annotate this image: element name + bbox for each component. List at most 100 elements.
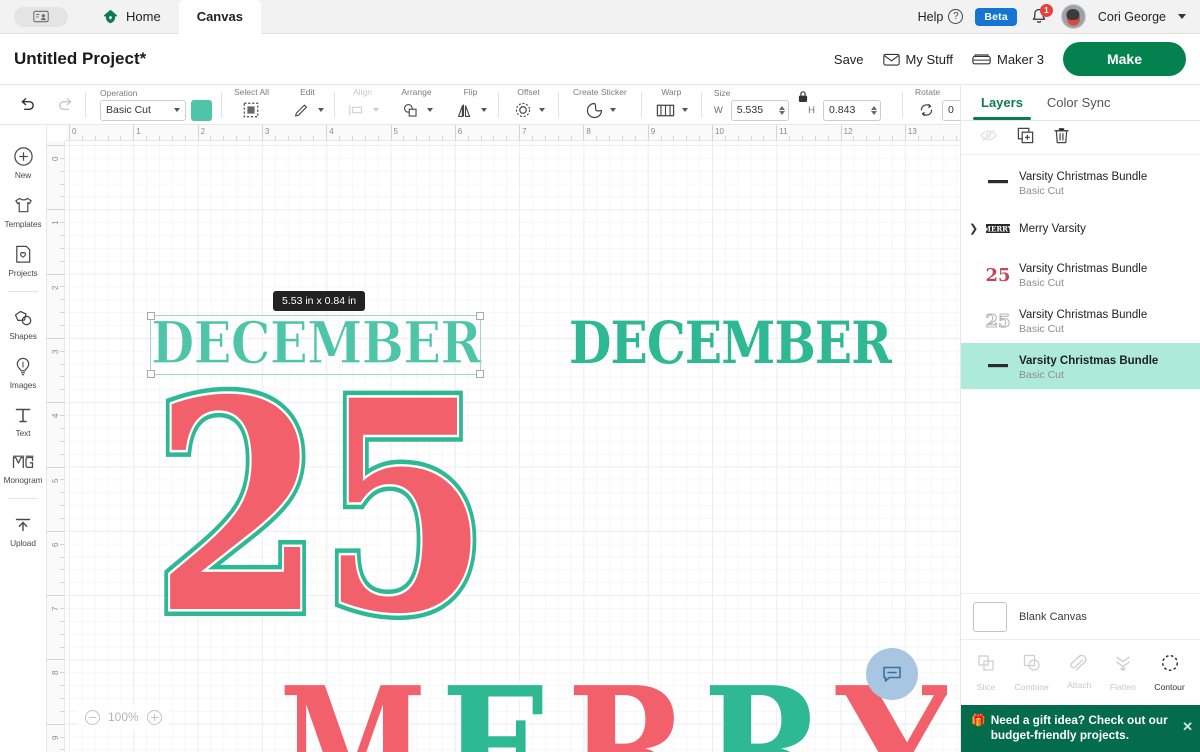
ruler-tick bbox=[917, 136, 919, 140]
svg-text:MERRY: MERRY bbox=[986, 224, 1010, 233]
ruler-tick bbox=[94, 136, 96, 140]
tab-layers[interactable]: Layers bbox=[969, 85, 1035, 120]
layer-row[interactable]: Varsity Christmas Bundle Basic Cut bbox=[961, 159, 1200, 205]
chevron-right-icon[interactable]: ❯ bbox=[969, 222, 983, 235]
ruler-tick bbox=[47, 723, 64, 725]
design-canvas[interactable]: DECEMBER DECEMBER 25 25 M E R R Y 5.53 i… bbox=[47, 125, 960, 752]
zoom-in-icon[interactable] bbox=[146, 709, 162, 725]
visibility-off-icon[interactable] bbox=[979, 127, 998, 149]
chevron-down-icon[interactable] bbox=[480, 108, 487, 112]
ruler-tick-label: 7 bbox=[51, 606, 60, 612]
selection-bounding-box[interactable] bbox=[147, 312, 484, 378]
operation-label: Operation bbox=[100, 87, 138, 98]
flip-icon[interactable] bbox=[454, 99, 476, 121]
layer-row[interactable]: 25 Varsity Christmas Bundle Basic Cut bbox=[961, 251, 1200, 297]
width-stepper[interactable] bbox=[778, 105, 785, 115]
ruler-tick bbox=[814, 136, 816, 140]
attach-button[interactable]: Attach bbox=[1067, 654, 1091, 690]
combine-icon bbox=[1022, 653, 1042, 678]
page-title[interactable]: Untitled Project* bbox=[14, 49, 146, 69]
chevron-down-icon[interactable] bbox=[426, 108, 433, 112]
ruler-tick bbox=[750, 136, 752, 140]
trash-icon[interactable] bbox=[1053, 126, 1070, 150]
chevron-down-icon[interactable] bbox=[538, 108, 545, 112]
machine-selector[interactable]: Maker 3 bbox=[972, 52, 1044, 67]
layer-row[interactable]: Varsity Christmas Bundle Basic Cut bbox=[961, 343, 1200, 389]
tab-canvas[interactable]: Canvas bbox=[178, 0, 261, 34]
beta-badge[interactable]: Beta bbox=[975, 7, 1017, 26]
layer-actions bbox=[961, 121, 1200, 155]
zoom-out-icon[interactable] bbox=[85, 709, 100, 725]
pencil-icon[interactable] bbox=[291, 99, 313, 121]
layers-list[interactable]: Varsity Christmas BundleBasic Cut❯MERRYM… bbox=[961, 155, 1200, 622]
sidebar-item-upload[interactable]: Upload bbox=[0, 506, 47, 554]
canvas-color-swatch[interactable] bbox=[973, 601, 1007, 632]
promo-text: Need a gift idea? Check out our budget-f… bbox=[990, 713, 1168, 742]
resize-handle-tl[interactable] bbox=[147, 312, 155, 320]
combine-button[interactable]: Combine bbox=[1014, 653, 1049, 692]
account-card-icon[interactable] bbox=[14, 6, 68, 27]
ruler-tick bbox=[274, 136, 276, 140]
my-stuff-button[interactable]: My Stuff bbox=[882, 52, 953, 67]
sidebar-item-projects[interactable]: Projects bbox=[0, 235, 47, 284]
slice-button[interactable]: Slice bbox=[976, 653, 996, 692]
make-button[interactable]: Make bbox=[1062, 42, 1186, 76]
sidebar-item-text[interactable]: Text bbox=[0, 396, 47, 444]
height-stepper[interactable] bbox=[871, 105, 878, 115]
select-all-icon[interactable] bbox=[240, 99, 262, 121]
close-icon[interactable]: ✕ bbox=[1182, 719, 1193, 734]
contour-button[interactable]: Contour bbox=[1154, 653, 1185, 692]
layer-row[interactable]: 25 Varsity Christmas Bundle Basic Cut bbox=[961, 297, 1200, 343]
ruler-tick bbox=[81, 136, 83, 140]
save-button[interactable]: Save bbox=[834, 52, 864, 67]
avatar[interactable] bbox=[1060, 4, 1086, 29]
chevron-down-icon[interactable] bbox=[681, 108, 688, 112]
offset-icon[interactable] bbox=[512, 99, 534, 121]
ruler-tick bbox=[60, 492, 64, 494]
undo-arrow-icon[interactable] bbox=[16, 94, 38, 116]
lock-icon[interactable] bbox=[797, 90, 808, 108]
chevron-down-icon[interactable] bbox=[1178, 14, 1186, 19]
ruler-tick bbox=[712, 125, 713, 140]
resize-handle-bl[interactable] bbox=[147, 370, 155, 378]
upload-icon bbox=[15, 518, 31, 532]
tab-home[interactable]: Home bbox=[84, 0, 179, 34]
tab-color-sync[interactable]: Color Sync bbox=[1035, 85, 1123, 120]
chevron-down-icon[interactable] bbox=[610, 108, 617, 112]
user-name-label[interactable]: Cori George bbox=[1098, 10, 1166, 24]
promo-banner[interactable]: 🎁 Need a gift idea? Check out our budget… bbox=[961, 705, 1200, 752]
arrange-icon[interactable] bbox=[400, 99, 422, 121]
notifications-button[interactable]: 1 bbox=[1029, 3, 1053, 27]
ruler-tick bbox=[47, 595, 64, 597]
ruler-tick bbox=[60, 235, 64, 237]
layer-row[interactable]: ❯MERRY Merry Varsity bbox=[961, 205, 1200, 251]
ruler-tick-label: 3 bbox=[51, 349, 60, 354]
sticker-icon[interactable] bbox=[583, 99, 605, 121]
ruler-tick bbox=[892, 136, 894, 140]
sidebar-item-monogram[interactable]: Monogram bbox=[0, 444, 47, 491]
operation-select[interactable]: Basic Cut bbox=[100, 99, 186, 121]
chat-support-button[interactable] bbox=[866, 648, 918, 700]
duplicate-icon[interactable] bbox=[1016, 126, 1035, 150]
rotate-value: 0 bbox=[948, 104, 954, 116]
ruler-tick bbox=[47, 337, 64, 339]
chevron-down-icon[interactable] bbox=[317, 108, 324, 112]
height-input[interactable]: 0.843 bbox=[823, 99, 882, 121]
warp-icon[interactable] bbox=[655, 99, 677, 121]
rotate-icon[interactable] bbox=[915, 99, 937, 121]
flatten-button[interactable]: Flatten bbox=[1110, 653, 1136, 692]
layer-operation: Basic Cut bbox=[1019, 322, 1064, 335]
ruler-tick bbox=[840, 125, 842, 140]
sidebar-item-shapes[interactable]: Shapes bbox=[0, 299, 47, 347]
canvas-background-row[interactable]: Blank Canvas bbox=[961, 593, 1200, 639]
sidebar-item-images[interactable]: Images bbox=[0, 347, 47, 396]
ruler-tick bbox=[60, 505, 64, 507]
width-input[interactable]: 5.535 bbox=[730, 99, 789, 121]
resize-handle-br[interactable] bbox=[476, 370, 484, 378]
help-button[interactable]: Help ? bbox=[918, 9, 964, 24]
resize-handle-tr[interactable] bbox=[476, 312, 484, 320]
sidebar-item-new[interactable]: New bbox=[0, 137, 47, 186]
sidebar-item-templates[interactable]: Templates bbox=[0, 186, 47, 235]
operation-color-swatch[interactable] bbox=[191, 99, 212, 121]
redo-arrow-icon[interactable] bbox=[54, 94, 76, 116]
